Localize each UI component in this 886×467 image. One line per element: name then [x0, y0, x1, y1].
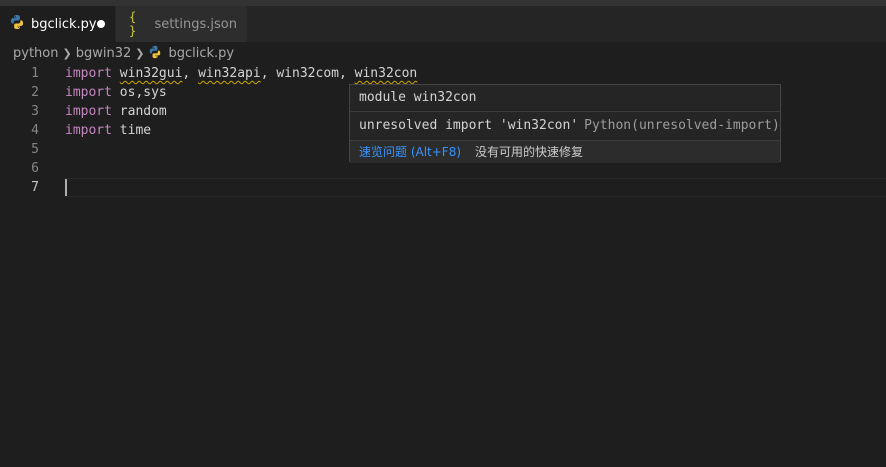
hover-diagnostic: unresolved import 'win32con' Python(unres… [350, 112, 780, 140]
hover-actions: 速览问题 (Alt+F8) 没有可用的快速修复 [350, 140, 780, 163]
code-line: 1 import win32gui, win32api, win32com, w… [0, 64, 886, 83]
hover-title: module win32con [350, 85, 780, 112]
text-cursor [65, 179, 67, 196]
unsaved-dot-icon[interactable] [97, 20, 105, 28]
json-braces-icon: { } [129, 10, 137, 38]
breadcrumb-item-bgwin32[interactable]: bgwin32 [76, 46, 132, 61]
line-number: 5 [31, 142, 39, 157]
line-number: 4 [31, 123, 39, 138]
line-number: 1 [31, 66, 39, 81]
module-name: os,sys [119, 85, 167, 100]
peek-problem-link[interactable]: 速览问题 (Alt+F8) [359, 145, 461, 159]
unresolved-module[interactable]: win32gui [120, 66, 183, 81]
code-text: import win32gui, win32api, win32com, win… [65, 64, 417, 83]
code-line-current: 7 [0, 178, 886, 197]
editor-tab-bar: bgclick.py { } settings.json [0, 6, 886, 42]
keyword-import: import [65, 66, 112, 81]
no-quick-fix-text: 没有可用的快速修复 [475, 145, 584, 159]
code-text: import os,sys [65, 83, 167, 102]
line-number: 2 [31, 85, 39, 100]
line-number: 7 [31, 180, 39, 195]
code-text: import random [65, 102, 167, 121]
separator: , [260, 66, 277, 81]
chevron-right-icon: ❯ [135, 46, 145, 60]
unresolved-module[interactable]: win32con [355, 66, 418, 81]
tab-settings-json[interactable]: { } settings.json [116, 6, 248, 42]
line-number: 6 [31, 161, 39, 176]
tab-label: bgclick.py [31, 16, 97, 32]
diagnostic-source: Python(unresolved-import) [584, 118, 780, 133]
keyword-import: import [65, 123, 112, 138]
separator: , [182, 66, 199, 81]
hover-tooltip: module win32con unresolved import 'win32… [349, 84, 781, 163]
diagnostic-message: unresolved import 'win32con' [359, 118, 579, 133]
tab-label: settings.json [154, 16, 237, 32]
keyword-import: import [65, 85, 112, 100]
module-name: win32com [276, 66, 339, 81]
separator: , [338, 66, 355, 81]
python-icon [9, 14, 25, 34]
code-text: import time [65, 121, 151, 140]
tab-bgclick-py[interactable]: bgclick.py [0, 6, 116, 42]
module-name: time [119, 123, 152, 138]
breadcrumb-item-python[interactable]: python [13, 46, 58, 61]
breadcrumb-item-file[interactable]: bgclick.py [168, 46, 234, 61]
breadcrumb: python ❯ bgwin32 ❯ bgclick.py [0, 42, 886, 64]
chevron-right-icon: ❯ [62, 46, 72, 60]
python-icon [148, 45, 162, 61]
unresolved-module[interactable]: win32api [198, 66, 261, 81]
module-name: random [119, 104, 167, 119]
line-number: 3 [31, 104, 39, 119]
keyword-import: import [65, 104, 112, 119]
